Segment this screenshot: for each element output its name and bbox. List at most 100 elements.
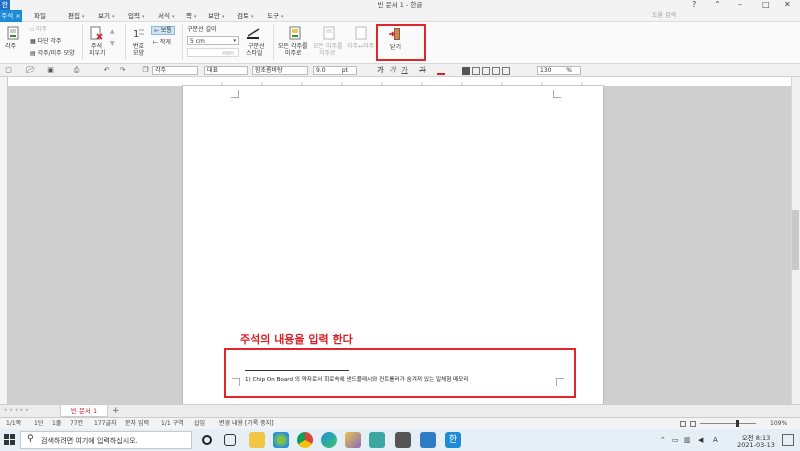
small-size-button[interactable]: ⟝ 작게 (151, 39, 173, 46)
chrome-icon[interactable] (297, 432, 313, 448)
scrollbar-thumb[interactable] (792, 210, 799, 270)
cortana-icon[interactable] (202, 435, 212, 445)
divider-length-select[interactable]: 5 cm ▾ (187, 36, 239, 45)
normal-size-button[interactable]: ⟜ 보통 (151, 26, 175, 35)
divider (125, 24, 126, 60)
tab-annotation[interactable]: 주석 × (0, 10, 22, 22)
footnote-text[interactable]: 1) Chip On Board 의 약자로서 회로속에 낸드플래시와 컨트롤러… (245, 375, 469, 383)
endnote-button[interactable]: ▫ 미주 (30, 26, 47, 33)
align-right-icon[interactable] (492, 67, 500, 75)
menu-edit[interactable]: 편집 ▾ (68, 10, 84, 22)
menu-review[interactable]: 검토 ▾ (237, 10, 253, 22)
align-center-icon[interactable] (482, 67, 490, 75)
divider-length-mm-input[interactable]: mm (187, 48, 239, 57)
tab-nav-icon[interactable]: ◂◂◂▸▸ (4, 407, 32, 413)
app-icon[interactable] (369, 432, 385, 448)
calculator-icon[interactable] (395, 432, 411, 448)
ribbon-toggle-icon[interactable]: ⌃ (714, 0, 721, 10)
close-window-icon[interactable]: ✕ (784, 0, 791, 10)
add-tab-button[interactable]: + (112, 405, 120, 417)
file-explorer-icon[interactable] (249, 432, 265, 448)
prev-note-icon[interactable]: ▲ (110, 28, 115, 35)
multi-footnote-button[interactable]: ▦ 다단 각주 (30, 38, 62, 45)
menu-security[interactable]: 보안 ▾ (208, 10, 224, 22)
title-bar: 한 빈 문서 1 - 한글 ? ⌃ – □ ✕ (0, 0, 800, 10)
style-select[interactable]: 각주 (152, 66, 198, 75)
menu-format[interactable]: 서식 ▾ (158, 10, 174, 22)
remote-desktop-icon[interactable] (420, 432, 436, 448)
help-search-input[interactable]: 도움 검색 (652, 11, 718, 21)
taskbar-search-input[interactable]: ⚲ 검색하려면 여기에 입력하십시오. (20, 431, 192, 449)
zoom-input[interactable]: 130% (537, 66, 581, 75)
view-mode-icon[interactable] (690, 421, 696, 427)
menu-insert[interactable]: 입력 ▾ (128, 10, 144, 22)
tray-volume-icon[interactable]: ◀ (698, 436, 703, 444)
font-select[interactable]: 함초롬바탕 (252, 66, 308, 75)
windows-start-icon[interactable] (4, 434, 15, 445)
new-doc-icon[interactable]: ▢ (4, 66, 13, 75)
align-justify-icon[interactable] (462, 67, 470, 75)
margin-corner (553, 90, 561, 98)
view-mode-icon[interactable] (680, 421, 686, 427)
zoom-slider-handle[interactable] (736, 420, 739, 427)
align-distribute-icon[interactable] (502, 67, 510, 75)
underline-button[interactable]: 가 (400, 66, 409, 75)
print-icon[interactable]: ⎙ (72, 66, 81, 75)
edge-icon[interactable] (321, 432, 337, 448)
tray-network-icon[interactable]: ▥ (684, 436, 691, 444)
save-icon[interactable]: ▣ (46, 66, 55, 75)
swap-notes-button[interactable]: 각주↔미주 (347, 26, 374, 50)
paint-icon[interactable] (345, 432, 361, 448)
clock-date[interactable]: 2021-03-13 (734, 441, 778, 449)
divider (273, 24, 274, 60)
align-left-icon[interactable] (472, 67, 480, 75)
all-endnotes-to-footnotes-button[interactable]: 모든 미주를 각주로 (313, 26, 344, 57)
bold-button[interactable]: 가 (376, 66, 385, 75)
undo-icon[interactable]: ↶ (102, 66, 111, 75)
language-select[interactable]: 대표 (204, 66, 248, 75)
tray-ime-indicator[interactable]: A (713, 436, 718, 444)
notification-icon[interactable] (782, 434, 794, 446)
number-shape-button[interactable]: 1 번호 모양 (131, 26, 145, 57)
tray-battery-icon[interactable]: ▭ (672, 436, 679, 444)
menu-bar: 주석 × 파일 편집 ▾ 보기 ▾ 입력 ▾ 서식 ▾ 쪽 ▾ 보안 ▾ 검토 ▾ 도구 ▾ 도… (0, 10, 800, 22)
tray-people-icon[interactable]: ⌃ (660, 436, 666, 444)
italic-button[interactable]: 가 (388, 66, 397, 75)
footnote-separator (245, 370, 349, 371)
highlight-box-footnote (224, 348, 576, 398)
menu-tools[interactable]: 도구 ▾ (267, 10, 283, 22)
hangul-app-icon[interactable]: 한 (445, 432, 461, 448)
search-icon: ⚲ (27, 434, 34, 444)
copy-icon[interactable]: ❐ (141, 66, 150, 75)
swap-icon (355, 26, 367, 40)
footnote-shape-button[interactable]: ▤ 각주/미주 모양 (30, 50, 75, 57)
menu-file[interactable]: 파일 (34, 10, 46, 22)
format-toolbar: ▢ 📂︎ ▣ ⎙ ↶ ↷ ❐ 각주 대표 함초롬바탕 9.0 pt 가 가 가 가… (0, 64, 800, 77)
divider-length-label: 구분선 길이 (187, 26, 217, 33)
menu-page[interactable]: 쪽 ▾ (186, 10, 197, 22)
tab-doc-1[interactable]: 빈 문서 1 (60, 405, 108, 417)
browser-icon[interactable] (273, 432, 289, 448)
strike-button[interactable]: 가 (418, 66, 427, 75)
zoom-slider[interactable] (700, 423, 756, 424)
delete-note-button[interactable]: 주석 지우기 (89, 26, 106, 57)
all-footnotes-to-endnotes-button[interactable]: 모든 각주를 미주로 (278, 26, 310, 57)
task-view-icon[interactable] (224, 434, 236, 446)
convert-icon (289, 26, 301, 40)
maximize-icon[interactable]: □ (762, 0, 770, 10)
divider-style-button[interactable]: 구분선 스타일 (246, 26, 265, 57)
highlight-box-close (376, 24, 426, 61)
help-icon[interactable]: ? (692, 0, 696, 10)
font-color-icon[interactable] (437, 67, 445, 75)
footnote-button[interactable]: 각주 (5, 26, 20, 50)
chevron-down-icon: ▾ (233, 38, 236, 44)
menu-view[interactable]: 보기 ▾ (98, 10, 114, 22)
redo-icon[interactable]: ↷ (118, 66, 127, 75)
status-bar: 1/1쪽 1단 1줄 77칸 177글자 문자 입력 1/1 구역 삽입 변경 … (0, 417, 800, 429)
number-shape-icon: 1 (133, 29, 144, 40)
margin-corner (231, 90, 239, 98)
font-size-input[interactable]: 9.0 pt (313, 66, 357, 75)
next-note-icon[interactable]: ▼ (110, 40, 115, 47)
minimize-icon[interactable]: – (738, 0, 742, 10)
open-folder-icon[interactable]: 📂︎ (26, 66, 35, 75)
